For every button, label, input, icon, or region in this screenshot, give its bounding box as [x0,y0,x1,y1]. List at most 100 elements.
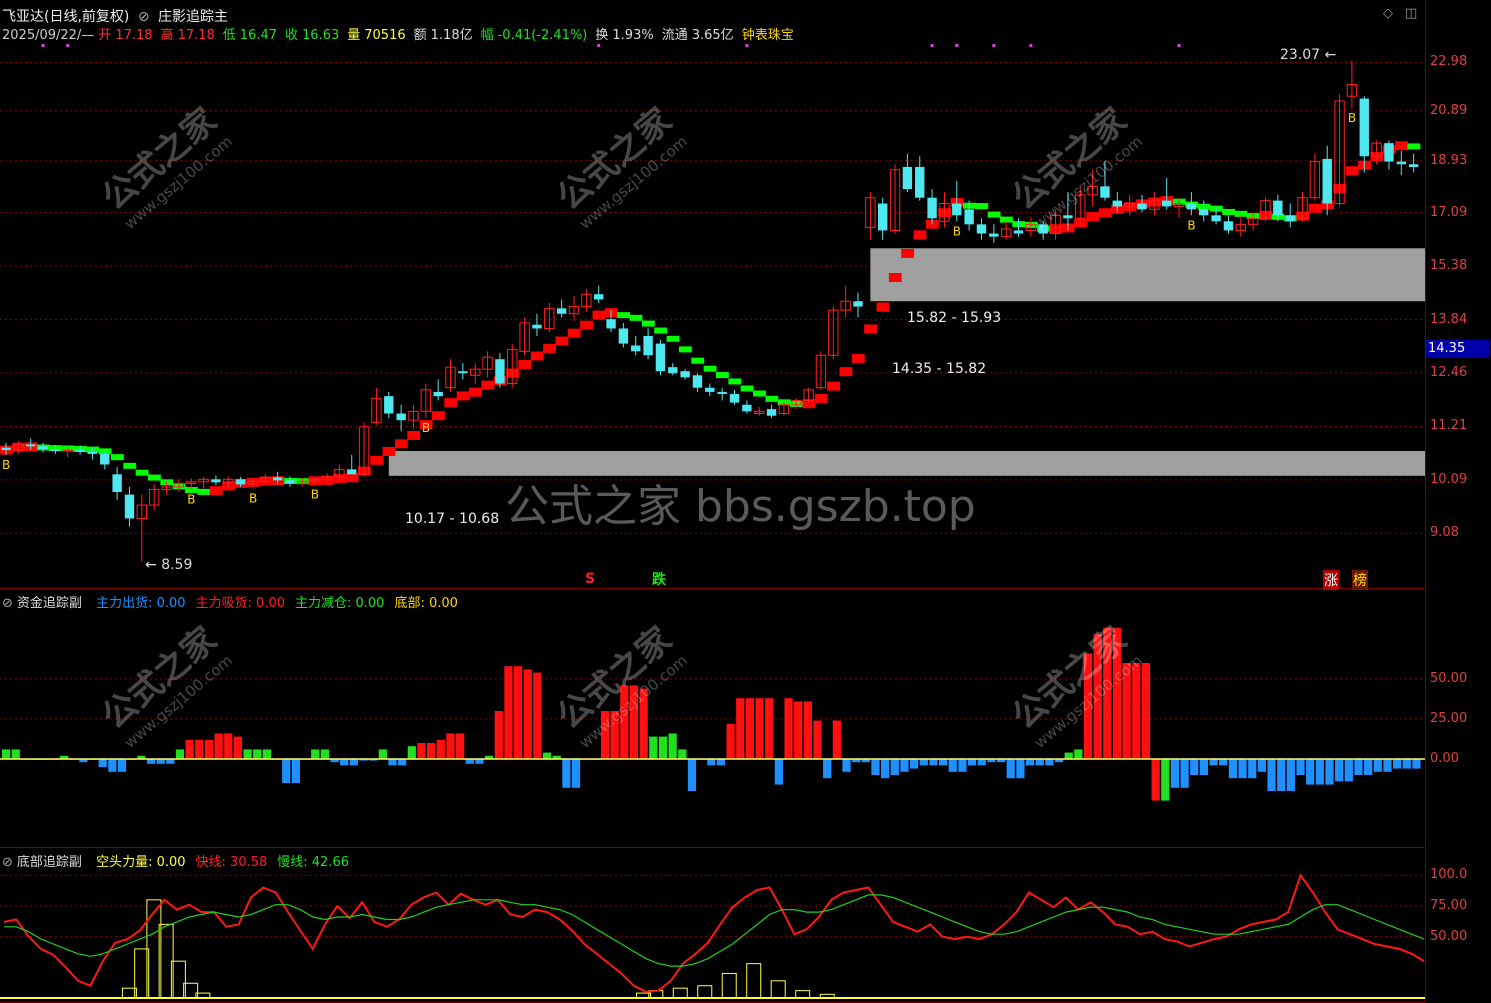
trend-step-segment [481,380,495,390]
capital-bar [1306,759,1315,785]
capital-bar [282,759,291,783]
panel2-toggle-icon[interactable]: ⊘ [2,596,13,611]
bottom-lines-canvas[interactable] [0,848,1425,1002]
trend-step-segment [864,324,878,334]
float-value: 3.65亿 [691,28,734,43]
candle-body [631,345,641,352]
sector-label[interactable]: 钟表珠宝 [742,28,794,43]
capital-tick-label: 25.00 [1430,711,1468,726]
candle-body [1186,203,1197,210]
candle-body [272,477,283,481]
trend-step-segment [666,335,680,342]
lower-box-label: 10.17 - 10.68 [405,511,500,527]
candle-body [989,233,999,237]
bottom-tick-label: 75.00 [1430,897,1468,913]
capital-bar [195,739,204,759]
capital-bar [890,759,899,775]
candle-body [1112,200,1122,207]
capital-bar [214,733,223,759]
capital-bar [340,759,349,766]
capital-bar [1354,759,1363,775]
trend-step-segment [728,378,742,385]
trend-step-segment [814,394,828,404]
capital-bar [1132,663,1141,759]
indicator-toggle-icon[interactable]: ⊘ [138,9,150,25]
main-indicator-name[interactable]: 庄影追踪主 [158,9,228,25]
bottom-pressure-bar [697,985,713,999]
capital-bar [1325,759,1334,785]
bottom-tick-label: 100.0 [1430,867,1468,883]
candle-body [766,409,777,416]
candle-body [964,209,974,225]
trend-step-segment [394,439,408,449]
bottom-pressure-bar [770,980,786,999]
capital-bar [388,759,397,766]
capital-bar [1006,759,1015,779]
capital-bars-canvas[interactable] [0,589,1425,847]
capital-bar [1373,759,1382,772]
candle-body [618,328,629,344]
open-value: 17.18 [115,28,153,43]
candle-body [433,391,443,397]
candle-body [1199,209,1209,216]
stock-name[interactable]: 飞亚达(日线,前复权) [2,9,129,25]
window-toggle-icon[interactable]: ◫ [1405,6,1417,21]
trend-step-segment [691,357,705,364]
buy-signal-marker: B [1187,218,1195,232]
trend-step-segment [148,474,161,481]
capital-bar [1151,759,1160,801]
candle-body [680,371,690,378]
turnover-value: 1.93% [612,28,654,43]
candle-body [62,449,73,452]
candle-body [347,469,357,475]
top-signal-dot [41,44,45,47]
trend-step-segment [851,353,865,363]
capital-bar [1045,759,1054,766]
trend-step-segment [209,486,223,496]
capital-bar [262,749,272,759]
capital-bar [687,759,697,791]
amount-label: 额 [413,28,427,43]
capital-bar [784,698,793,759]
candle-body [1322,158,1332,204]
rise-signal-marker: 涨 [1323,570,1339,590]
capital-bar [1170,759,1180,788]
trend-step-segment [987,211,1001,218]
bottom-tracking-panel[interactable]: ⊘ 底部追踪副 空头力量: 0.00 快线: 30.58 慢线: 42.66 [0,848,1425,1003]
trend-step-segment [876,302,890,312]
candle-body [124,494,135,519]
trend-step-segment [901,248,915,258]
panel3-title[interactable]: 底部追踪副 [17,855,82,870]
capital-bar [1190,759,1199,775]
top-signal-dot [1029,44,1033,47]
candle-body [100,453,110,465]
current-price-tag: 14.35 [1426,340,1490,358]
trend-step-segment [135,469,149,476]
capital-bar [233,736,243,759]
close-value: 16.63 [302,28,340,43]
price-axis[interactable] [1425,0,1491,588]
capital-bar [1141,663,1151,759]
panel3-toggle-icon[interactable]: ⊘ [2,855,13,870]
capital-bar [291,759,301,783]
trend-step-segment [1222,208,1236,215]
capital-bar [1064,752,1073,759]
candle-body [705,387,715,392]
trend-step-segment [197,488,211,495]
float-label: 流通 [661,28,688,43]
capital-bar [765,698,774,759]
capital-bar [253,749,262,759]
price-chart-panel[interactable]: B B B B B B B B 飞亚达(日线,前复权) ⊘ 庄影追踪主 2025/09/22/… [0,0,1425,590]
capital-bar [871,759,880,775]
trend-step-segment [888,273,902,283]
panel2-title[interactable]: 资金追踪副 [17,596,82,611]
trend-step-segment [1345,166,1359,176]
low-value: 16.47 [239,28,278,43]
price-tick-label: 18.93 [1430,152,1468,168]
capital-bar [175,749,185,759]
capital-bar [407,746,416,759]
low-label: 低 [222,28,236,43]
diamond-icon[interactable]: ◇ [1383,6,1393,21]
capital-tracking-panel[interactable]: ⊘ 资金追踪副 主力出货: 0.00 主力吸货: 0.00 主力减仓: 0.00 底部:… [0,589,1425,848]
capital-bar [1016,759,1025,779]
